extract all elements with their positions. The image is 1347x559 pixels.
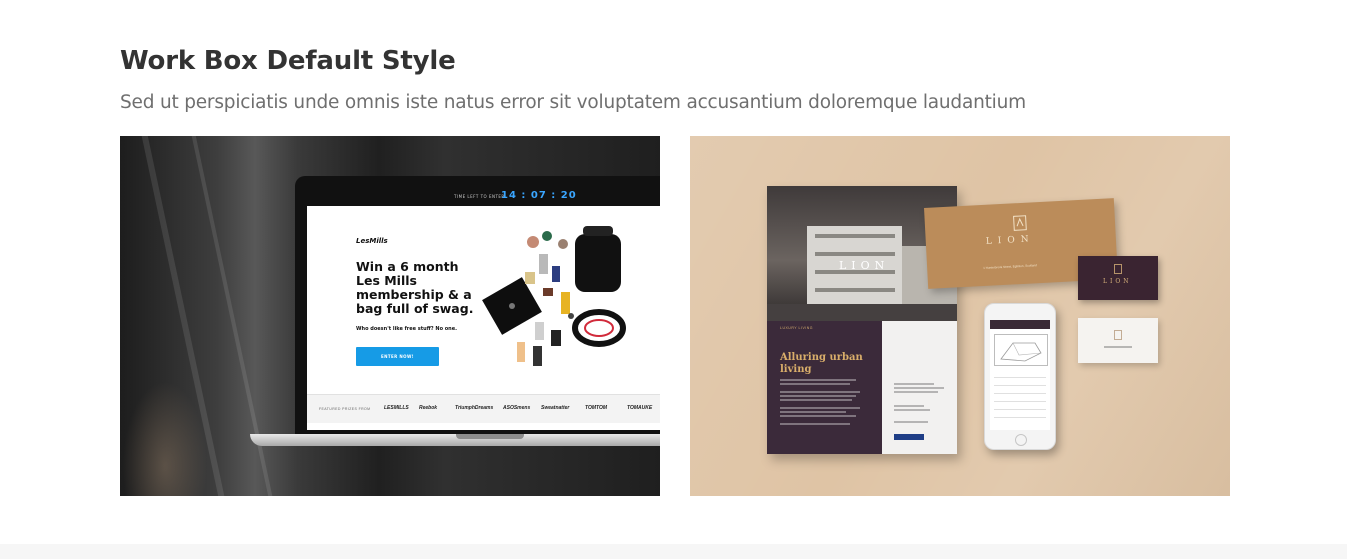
building-shape xyxy=(815,288,895,292)
brand-logo: ASOSmens xyxy=(503,405,531,411)
next-section-strip xyxy=(0,544,1347,559)
timer-label: TIME LEFT TO ENTER xyxy=(454,194,505,199)
floor-plan xyxy=(994,334,1048,366)
brand-logo: Sweatnatter xyxy=(541,405,570,411)
brochure-tag: LUXURY LIVING xyxy=(780,326,814,330)
brand-logo: TOMAUKE xyxy=(627,405,653,411)
phone-mockup xyxy=(984,303,1056,450)
text-line xyxy=(894,387,944,389)
envelope-logo: LION xyxy=(985,234,1035,247)
floor-plan-drawing xyxy=(1000,342,1042,362)
text-line xyxy=(780,383,850,385)
business-card-dark: LION xyxy=(1078,256,1158,300)
phone-header-bar xyxy=(990,320,1050,329)
brochure-logo: LION xyxy=(839,259,890,272)
text-line xyxy=(780,395,856,397)
business-card-light xyxy=(1078,318,1158,363)
text-line xyxy=(894,421,928,423)
brochure-badge xyxy=(894,434,924,440)
building-shape xyxy=(815,252,895,256)
text-line xyxy=(894,409,930,411)
text-line xyxy=(894,383,934,385)
text-line xyxy=(780,415,856,417)
product-flatlay-image xyxy=(482,226,626,366)
section-subtitle: Sed ut perspiciatis unde omnis iste natu… xyxy=(120,92,1026,113)
street-shape xyxy=(767,304,957,321)
text-line xyxy=(1104,346,1132,348)
text-line xyxy=(894,405,924,407)
table-row xyxy=(994,404,1046,410)
brochure-title: Alluring urban living xyxy=(780,352,863,375)
phone-screen xyxy=(990,320,1050,430)
table-row xyxy=(994,412,1046,418)
card-logo: LION xyxy=(1103,278,1132,285)
work-box-laptop[interactable]: TIME LEFT TO ENTER 14 : 07 : 20 LesMills… xyxy=(120,136,660,496)
brand-logo: Reebok xyxy=(419,405,438,411)
lion-emblem-icon xyxy=(1114,264,1122,274)
timer-value: 14 : 07 : 20 xyxy=(501,190,577,201)
envelope-address: 1 Hunterbrook Street, Eglinton, Scotland xyxy=(983,263,1037,271)
lion-emblem-icon xyxy=(1013,215,1027,231)
featured-prizes-bar: FEATURED PRIZES FROM LESMILLS Reebok Tri… xyxy=(307,394,660,423)
brand-logo: LESMILLS xyxy=(384,405,409,411)
table-row xyxy=(994,396,1046,402)
brochure-lower-panel: LUXURY LIVING xyxy=(767,321,882,454)
table-row xyxy=(994,388,1046,394)
text-line xyxy=(780,411,846,413)
laptop-base xyxy=(250,434,660,446)
lion-emblem-icon xyxy=(1114,330,1122,340)
brand-logo: TOMTOM xyxy=(585,405,608,411)
laptop-display: LesMills Win a 6 month Les Mills members… xyxy=(307,206,660,430)
table-row xyxy=(994,380,1046,386)
laptop-notch xyxy=(456,434,524,439)
building-shape xyxy=(815,234,895,238)
text-line xyxy=(894,391,938,393)
featured-prizes-label: FEATURED PRIZES FROM xyxy=(319,407,371,411)
laptop-topbar: TIME LEFT TO ENTER 14 : 07 : 20 xyxy=(307,188,660,206)
section-title: Work Box Default Style xyxy=(120,46,456,76)
table-row xyxy=(994,372,1046,378)
phone-home-button xyxy=(1015,434,1027,446)
brand-logo: TriumphDreams xyxy=(455,405,494,411)
work-box-stationery[interactable]: LION LUXURY LIVING Alluring urban living xyxy=(690,136,1230,496)
text-line xyxy=(780,391,860,393)
brochure-right-panel xyxy=(882,321,957,454)
text-line xyxy=(780,407,860,409)
text-line xyxy=(780,399,852,401)
text-line xyxy=(780,379,856,381)
text-line xyxy=(780,423,850,425)
